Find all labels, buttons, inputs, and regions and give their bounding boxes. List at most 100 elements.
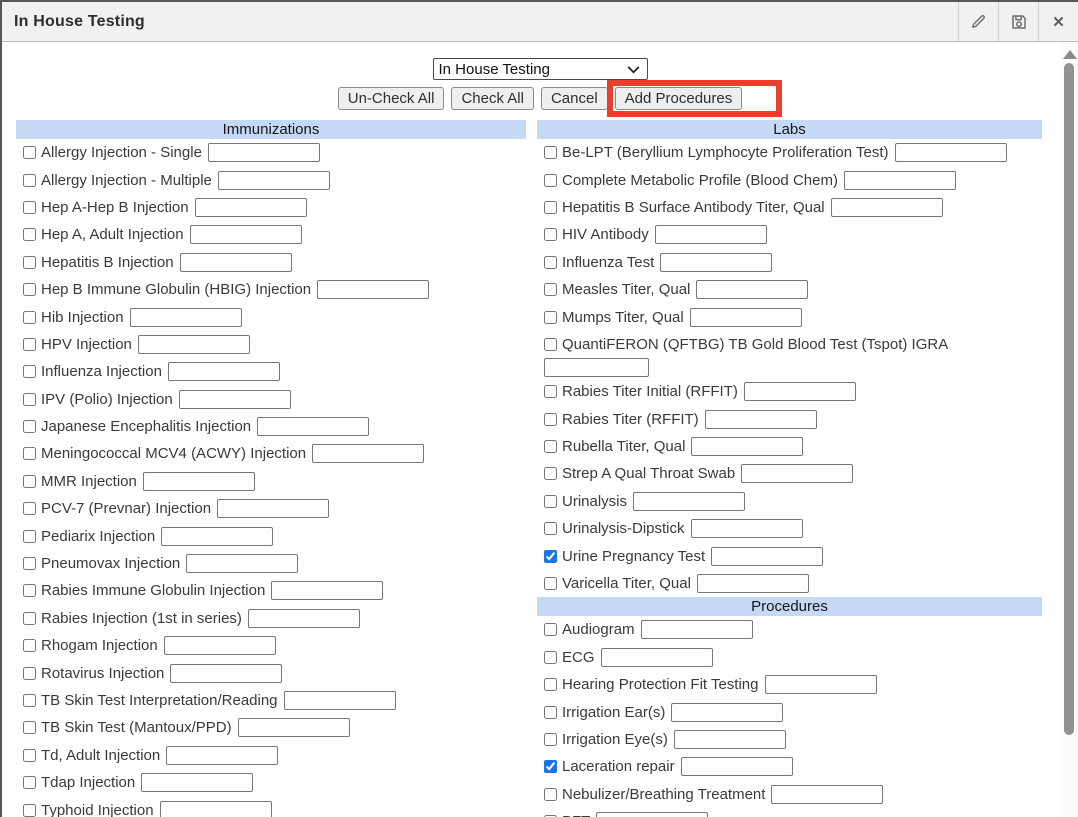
checkbox-hepatitis-b-surface-antibody-titer-qual[interactable]: [544, 201, 557, 214]
add-procedures-button[interactable]: Add Procedures: [615, 87, 743, 110]
input-varicella-titer-qual[interactable]: [697, 574, 809, 593]
input-hearing-protection-fit-testing[interactable]: [765, 675, 877, 694]
category-select[interactable]: In House Testing: [433, 58, 648, 80]
checkbox-pneumovax-injection[interactable]: [23, 557, 36, 570]
checkbox-measles-titer-qual[interactable]: [544, 283, 557, 296]
input-hpv-injection[interactable]: [138, 335, 250, 354]
checkbox-hpv-injection[interactable]: [23, 338, 36, 351]
input-hep-b-immune-globulin-hbig-injection[interactable]: [317, 280, 429, 299]
input-irrigation-ear-s[interactable]: [671, 703, 783, 722]
checkbox-rabies-immune-globulin-injection[interactable]: [23, 584, 36, 597]
checkbox-rabies-titer-initial-rffit[interactable]: [544, 385, 557, 398]
input-td-adult-injection[interactable]: [166, 746, 278, 765]
input-pcv-7-prevnar-injection[interactable]: [217, 499, 329, 518]
checkbox-quantiferon-qftbg-tb-gold-blood-test-tspot-igra[interactable]: [544, 338, 557, 351]
checkbox-rabies-injection-1st-in-series[interactable]: [23, 612, 36, 625]
checkbox-laceration-repair[interactable]: [544, 760, 557, 773]
checkbox-nebulizer-breathing-treatment[interactable]: [544, 788, 557, 801]
input-nebulizer-breathing-treatment[interactable]: [771, 785, 883, 804]
checkbox-mmr-injection[interactable]: [23, 475, 36, 488]
input-measles-titer-qual[interactable]: [696, 280, 808, 299]
input-quantiferon-qftbg-tb-gold-blood-test-tspot-igra[interactable]: [544, 358, 649, 377]
scroll-up-button[interactable]: [1063, 50, 1077, 59]
checkbox-hep-a-adult-injection[interactable]: [23, 228, 36, 241]
input-hepatitis-b-surface-antibody-titer-qual[interactable]: [831, 198, 943, 217]
input-pft[interactable]: [596, 812, 708, 817]
checkbox-japanese-encephalitis-injection[interactable]: [23, 420, 36, 433]
checkbox-irrigation-ear-s[interactable]: [544, 706, 557, 719]
input-rotavirus-injection[interactable]: [170, 664, 282, 683]
checkbox-hepatitis-b-injection[interactable]: [23, 256, 36, 269]
input-pediarix-injection[interactable]: [161, 527, 273, 546]
input-typhoid-injection[interactable]: [160, 801, 272, 817]
checkbox-hiv-antibody[interactable]: [544, 228, 557, 241]
checkbox-complete-metabolic-profile-blood-chem[interactable]: [544, 174, 557, 187]
checkbox-hib-injection[interactable]: [23, 311, 36, 324]
checkbox-irrigation-eye-s[interactable]: [544, 733, 557, 746]
checkbox-rotavirus-injection[interactable]: [23, 667, 36, 680]
input-rhogam-injection[interactable]: [164, 636, 276, 655]
input-hepatitis-b-injection[interactable]: [180, 253, 292, 272]
input-irrigation-eye-s[interactable]: [674, 730, 786, 749]
checkbox-urine-pregnancy-test[interactable]: [544, 550, 557, 563]
checkbox-ecg[interactable]: [544, 651, 557, 664]
input-be-lpt-beryllium-lymphocyte-proliferation-test[interactable]: [895, 143, 1007, 162]
input-influenza-test[interactable]: [660, 253, 772, 272]
input-allergy-injection-single[interactable]: [208, 143, 320, 162]
checkbox-rabies-titer-rffit[interactable]: [544, 413, 557, 426]
input-allergy-injection-multiple[interactable]: [218, 171, 330, 190]
check-all-button[interactable]: Check All: [451, 87, 534, 110]
input-tdap-injection[interactable]: [141, 773, 253, 792]
checkbox-urinalysis-dipstick[interactable]: [544, 522, 557, 535]
checkbox-allergy-injection-multiple[interactable]: [23, 174, 36, 187]
checkbox-mumps-titer-qual[interactable]: [544, 311, 557, 324]
cancel-button[interactable]: Cancel: [541, 87, 608, 110]
scrollbar-thumb[interactable]: [1064, 63, 1074, 735]
input-rabies-titer-initial-rffit[interactable]: [744, 382, 856, 401]
input-urinalysis[interactable]: [633, 492, 745, 511]
input-pneumovax-injection[interactable]: [186, 554, 298, 573]
checkbox-rubella-titer-qual[interactable]: [544, 440, 557, 453]
checkbox-meningococcal-mcv4-acwy-injection[interactable]: [23, 447, 36, 460]
input-hiv-antibody[interactable]: [655, 225, 767, 244]
input-tb-skin-test-mantoux-ppd[interactable]: [238, 718, 350, 737]
close-button[interactable]: ✕: [1038, 2, 1078, 41]
input-tb-skin-test-interpretation-reading[interactable]: [284, 691, 396, 710]
vertical-scrollbar[interactable]: [1061, 43, 1078, 817]
checkbox-audiogram[interactable]: [544, 623, 557, 636]
input-rabies-injection-1st-in-series[interactable]: [248, 609, 360, 628]
checkbox-typhoid-injection[interactable]: [23, 804, 36, 817]
input-strep-a-qual-throat-swab[interactable]: [741, 464, 853, 483]
input-urinalysis-dipstick[interactable]: [691, 519, 803, 538]
input-complete-metabolic-profile-blood-chem[interactable]: [844, 171, 956, 190]
save-button[interactable]: [998, 2, 1038, 41]
input-influenza-injection[interactable]: [168, 362, 280, 381]
input-laceration-repair[interactable]: [681, 757, 793, 776]
checkbox-pcv-7-prevnar-injection[interactable]: [23, 502, 36, 515]
input-mumps-titer-qual[interactable]: [690, 308, 802, 327]
input-audiogram[interactable]: [641, 620, 753, 639]
checkbox-strep-a-qual-throat-swab[interactable]: [544, 467, 557, 480]
checkbox-tdap-injection[interactable]: [23, 776, 36, 789]
checkbox-tb-skin-test-mantoux-ppd[interactable]: [23, 721, 36, 734]
input-hep-a-adult-injection[interactable]: [190, 225, 302, 244]
checkbox-pediarix-injection[interactable]: [23, 530, 36, 543]
input-mmr-injection[interactable]: [143, 472, 255, 491]
input-urine-pregnancy-test[interactable]: [711, 547, 823, 566]
checkbox-hep-a-hep-b-injection[interactable]: [23, 201, 36, 214]
input-japanese-encephalitis-injection[interactable]: [257, 417, 369, 436]
checkbox-rhogam-injection[interactable]: [23, 639, 36, 652]
input-ecg[interactable]: [601, 648, 713, 667]
checkbox-hep-b-immune-globulin-hbig-injection[interactable]: [23, 283, 36, 296]
checkbox-influenza-test[interactable]: [544, 256, 557, 269]
input-rabies-immune-globulin-injection[interactable]: [271, 581, 383, 600]
uncheck-all-button[interactable]: Un-Check All: [338, 87, 445, 110]
input-hib-injection[interactable]: [130, 308, 242, 327]
checkbox-hearing-protection-fit-testing[interactable]: [544, 678, 557, 691]
edit-button[interactable]: [958, 2, 998, 41]
input-meningococcal-mcv4-acwy-injection[interactable]: [312, 444, 424, 463]
checkbox-tb-skin-test-interpretation-reading[interactable]: [23, 694, 36, 707]
input-rubella-titer-qual[interactable]: [691, 437, 803, 456]
checkbox-td-adult-injection[interactable]: [23, 749, 36, 762]
checkbox-allergy-injection-single[interactable]: [23, 146, 36, 159]
